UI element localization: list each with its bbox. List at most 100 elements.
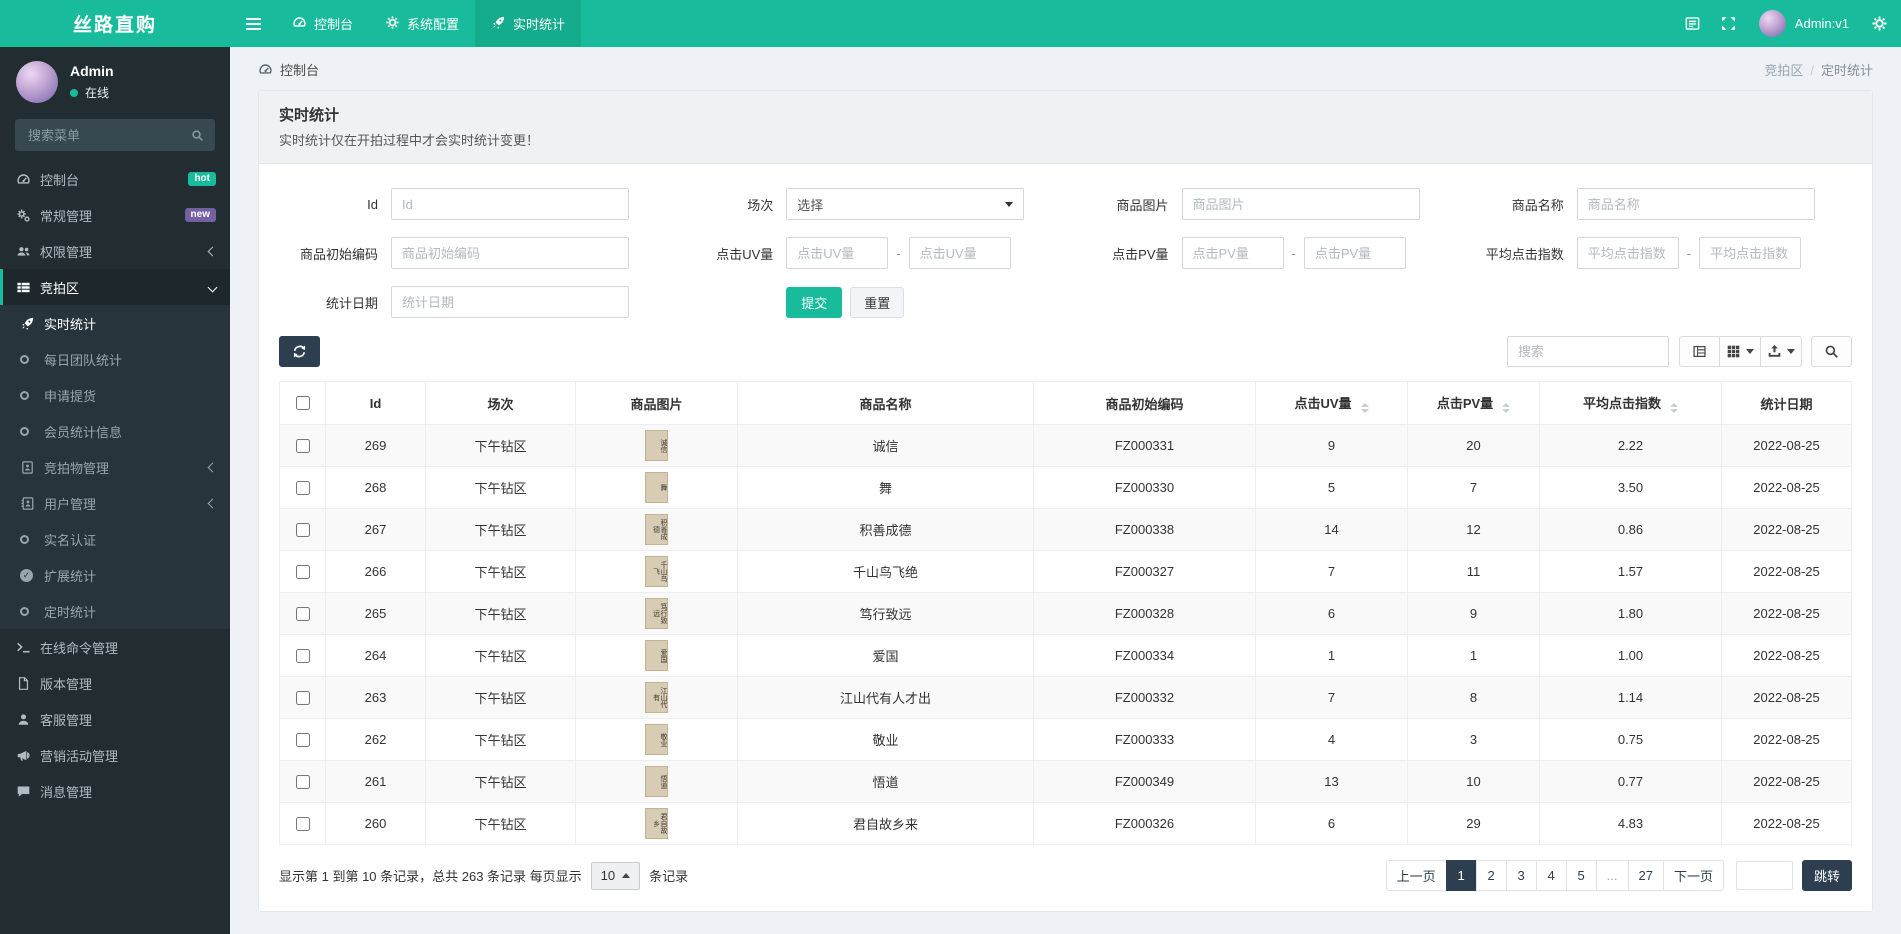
submit-button[interactable]: 提交 (786, 286, 843, 318)
next-page-button[interactable]: 下一页 (1662, 860, 1724, 891)
reset-button[interactable]: 重置 (850, 286, 905, 318)
brand-logo[interactable]: 丝路直购 (0, 0, 230, 47)
table-row[interactable]: 264 下午钻区 爱国 爱国 FZ000334 1 1 1.00 2022-08-25 (279, 634, 1852, 677)
sidebar-item-消息管理[interactable]: 消息管理 (0, 773, 230, 809)
breadcrumb-item[interactable]: 定时统计 (1821, 63, 1873, 78)
sidebar-subitem-申请提货[interactable]: 申请提货 (0, 377, 230, 413)
breadcrumb[interactable]: 控制台 (258, 60, 319, 79)
sidebar-item-版本管理[interactable]: 版本管理 (0, 665, 230, 701)
export-button[interactable] (1760, 336, 1802, 367)
sidebar-item-客服管理[interactable]: 客服管理 (0, 701, 230, 737)
table-row[interactable]: 268 下午钻区舞舞 FZ000330 5 7 3.50 2022-08-25 (279, 466, 1852, 509)
filter-input-点击PV量-min[interactable] (1181, 237, 1284, 269)
toggle-view-button[interactable] (1679, 336, 1720, 367)
table-row[interactable]: 266 下午钻区 千山鸟飞 千山鸟飞绝 FZ000327 7 11 1.57 2022-08-2… (279, 550, 1852, 593)
table-search-input[interactable] (1507, 336, 1669, 367)
product-thumbnail[interactable]: 爱国 (645, 640, 668, 671)
jump-button[interactable]: 跳转 (1801, 860, 1852, 891)
top-nav-item-3[interactable]: 实时统计 (475, 0, 582, 47)
product-thumbnail[interactable]: 千山鸟飞 (645, 556, 668, 587)
filter-input-平均点击指数-max[interactable] (1699, 237, 1802, 269)
sidebar-item-常规管理[interactable]: 常规管理 new (0, 197, 230, 233)
filter-select-场次[interactable]: 选择 (786, 188, 1025, 220)
filter-input-点击UV量-min[interactable] (786, 237, 889, 269)
row-checkbox[interactable] (296, 606, 310, 621)
table-row[interactable]: 262 下午钻区 敬业 敬业 FZ000333 4 3 0.75 2022-08-25 (279, 718, 1852, 761)
sidebar-item-在线命令管理[interactable]: 在线命令管理 (0, 629, 230, 665)
row-checkbox[interactable] (296, 522, 310, 537)
filter-input-商品名称[interactable] (1576, 188, 1815, 220)
row-checkbox[interactable] (296, 480, 310, 495)
user-menu[interactable]: Admin:v1 (1747, 10, 1861, 37)
page-size-dropdown[interactable]: 10 (590, 861, 641, 890)
sidebar-subitem-会员统计信息[interactable]: 会员统计信息 (0, 413, 230, 449)
sidebar-subitem-竞拍物管理[interactable]: 竞拍物管理 (0, 449, 230, 485)
sidebar-item-权限管理[interactable]: 权限管理 (0, 233, 230, 269)
row-checkbox[interactable] (296, 648, 310, 663)
filter-input-平均点击指数-min[interactable] (1576, 237, 1679, 269)
product-thumbnail[interactable]: 江山代有 (645, 682, 668, 713)
filter-input-点击UV量-max[interactable] (908, 237, 1011, 269)
filter-input-点击PV量-max[interactable] (1303, 237, 1406, 269)
top-nav-item-1[interactable]: 控制台 (276, 0, 369, 47)
page-button-1[interactable]: 1 (1445, 860, 1477, 891)
page-button-2[interactable]: 2 (1475, 860, 1507, 891)
product-thumbnail[interactable]: 积善成德 (645, 514, 668, 545)
select-all-checkbox[interactable] (296, 396, 310, 410)
sort-icon[interactable] (1360, 403, 1369, 413)
refresh-button[interactable] (279, 336, 320, 367)
filter-input-统计日期[interactable] (391, 286, 629, 318)
filter-input-商品初始编码[interactable] (391, 237, 629, 269)
prev-page-button[interactable]: 上一页 (1385, 860, 1447, 891)
row-checkbox[interactable] (296, 816, 310, 831)
sidebar-item-竞拍区[interactable]: 竞拍区 (0, 269, 230, 305)
sidebar-subitem-实名认证[interactable]: 实名认证 (0, 521, 230, 557)
product-thumbnail[interactable]: 敬业 (645, 724, 668, 755)
sidebar-item-营销活动管理[interactable]: 营销活动管理 (0, 737, 230, 773)
table-row[interactable]: 265 下午钻区 笃行致远 笃行致远 FZ000328 6 9 1.80 2022-08-25 (279, 592, 1852, 635)
row-checkbox[interactable] (296, 774, 310, 789)
jump-page-input[interactable] (1735, 861, 1793, 890)
sidebar-subitem-用户管理[interactable]: 用户管理 (0, 485, 230, 521)
breadcrumb-item[interactable]: 竞拍区 (1764, 63, 1803, 78)
product-thumbnail[interactable]: 君自故乡 (645, 808, 668, 839)
sort-icon[interactable] (1670, 403, 1678, 413)
column-header-平均点击指数[interactable]: 平均点击指数 (1539, 381, 1722, 425)
filter-input-Id[interactable] (391, 188, 629, 220)
product-thumbnail[interactable]: 诚信 (645, 430, 668, 461)
page-button-5[interactable]: 5 (1565, 860, 1597, 891)
settings-gear-icon[interactable] (1861, 0, 1897, 47)
page-button-4[interactable]: 4 (1535, 860, 1567, 891)
product-thumbnail[interactable]: 舞 (645, 472, 668, 503)
table-row[interactable]: 260 下午钻区 君自故乡 君自故乡来 FZ000326 6 29 4.83 2022-08-2… (279, 802, 1852, 845)
top-nav-item-2[interactable]: 系统配置 (369, 0, 475, 47)
columns-button[interactable] (1719, 336, 1761, 367)
sidebar-subitem-实时统计[interactable]: 实时统计 (0, 305, 230, 341)
user-status[interactable]: 在线 (70, 84, 114, 101)
sidebar-subitem-定时统计[interactable]: 定时统计 (0, 593, 230, 629)
sidebar-subitem-每日团队统计[interactable]: 每日团队统计 (0, 341, 230, 377)
page-button-27[interactable]: 27 (1627, 860, 1664, 891)
row-checkbox[interactable] (296, 438, 310, 453)
sidebar-subitem-扩展统计[interactable]: 扩展统计 (0, 557, 230, 593)
language-icon[interactable] (1675, 0, 1711, 47)
column-header-点击UV量[interactable]: 点击UV量 (1255, 381, 1408, 425)
table-row[interactable]: 269 下午钻区 诚信 诚信 FZ000331 9 20 2.22 2022-08-25 (279, 424, 1852, 467)
table-row[interactable]: 261 下午钻区 悟道 悟道 FZ000349 13 10 0.77 2022-08-25 (279, 760, 1852, 803)
row-checkbox[interactable] (296, 690, 310, 705)
sort-icon[interactable] (1502, 403, 1511, 413)
row-checkbox[interactable] (296, 732, 310, 747)
table-row[interactable]: 263 下午钻区 江山代有 江山代有人才出 FZ000332 7 8 1.14 2022-08-… (279, 676, 1852, 719)
row-checkbox[interactable] (296, 564, 310, 579)
product-thumbnail[interactable]: 笃行致远 (645, 598, 668, 629)
filter-input-商品图片[interactable] (1181, 188, 1420, 220)
column-header-点击PV量[interactable]: 点击PV量 (1407, 381, 1540, 425)
page-button-3[interactable]: 3 (1505, 860, 1537, 891)
sidebar-toggle-button[interactable] (230, 0, 276, 47)
fullscreen-icon[interactable] (1711, 0, 1747, 47)
product-thumbnail[interactable]: 悟道 (645, 766, 668, 797)
sidebar-search-input[interactable] (26, 126, 191, 144)
table-row[interactable]: 267 下午钻区 积善成德 积善成德 FZ000338 14 12 0.86 2022-08-2… (279, 508, 1852, 551)
advanced-search-button[interactable] (1811, 336, 1852, 367)
search-icon[interactable] (191, 129, 204, 142)
